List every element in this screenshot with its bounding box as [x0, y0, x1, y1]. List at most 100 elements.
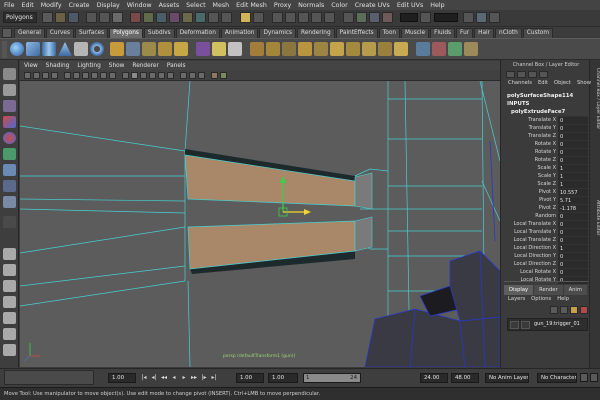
select-misc-icon[interactable]	[221, 12, 232, 23]
move-layer-down-icon[interactable]	[560, 306, 568, 314]
attr-value[interactable]: 0	[558, 252, 588, 260]
poly-cylinder-icon[interactable]	[42, 42, 56, 56]
poke-face-icon[interactable]	[394, 42, 408, 56]
auto-key-icon[interactable]	[580, 373, 588, 382]
select-rendering-icon[interactable]	[208, 12, 219, 23]
attr-row[interactable]: Local Direction X1	[504, 244, 588, 252]
panel-menu-panels[interactable]: Panels	[167, 63, 186, 69]
input-line-field[interactable]	[400, 13, 418, 22]
attr-row[interactable]: Scale Z1	[504, 180, 588, 188]
xray-joints-icon[interactable]	[198, 72, 205, 79]
attr-row[interactable]: Local Translate Y0	[504, 228, 588, 236]
attr-value[interactable]: 0	[558, 156, 588, 164]
layer-name[interactable]: gun_19:trigger_01	[534, 321, 580, 327]
shelf-tab-rendering[interactable]: Rendering	[297, 28, 335, 38]
scale-tool-icon[interactable]	[3, 148, 16, 160]
side-tab-channel-box[interactable]: Channel Box / Layer Editor	[591, 68, 600, 129]
boolean-union-icon[interactable]	[196, 42, 210, 56]
attr-value[interactable]: 10.557	[558, 188, 588, 196]
shelf-tab-toon[interactable]: Toon	[378, 28, 401, 38]
menu-edit-uvs[interactable]: Edit UVs	[397, 2, 423, 9]
snap-view-plane-icon[interactable]	[311, 12, 322, 23]
isolate-select-icon[interactable]	[180, 72, 187, 79]
snap-grid-icon[interactable]	[272, 12, 283, 23]
attr-value[interactable]: 0	[558, 140, 588, 148]
snap-curve-icon[interactable]	[285, 12, 296, 23]
attr-row[interactable]: Local Direction Y0	[504, 252, 588, 260]
camera-attributes-icon[interactable]	[33, 72, 40, 79]
snap-point-icon[interactable]	[298, 12, 309, 23]
attr-row[interactable]: Pivot Z -1.178	[504, 204, 588, 212]
shelf-tab-general[interactable]: General	[14, 28, 45, 38]
persp-outliner-layout-icon[interactable]	[3, 280, 16, 292]
smooth-shade-icon[interactable]	[131, 72, 138, 79]
attr-row[interactable]: Rotate Z0	[504, 156, 588, 164]
extract-icon[interactable]	[142, 42, 156, 56]
attr-value[interactable]: 0	[558, 132, 588, 140]
attr-row[interactable]: Translate Y0	[504, 124, 588, 132]
field-chart-icon[interactable]	[100, 72, 107, 79]
poly-sphere-icon[interactable]	[10, 42, 24, 56]
shelf-tab-surfaces[interactable]: Surfaces	[74, 28, 109, 38]
menu-color[interactable]: Color	[331, 2, 347, 9]
shadows-icon[interactable]	[167, 72, 174, 79]
shelf-tab-custom[interactable]: Custom	[522, 28, 554, 38]
cb-menu-edit[interactable]: Edit	[538, 80, 548, 89]
move-layer-up-icon[interactable]	[550, 306, 558, 314]
bevel-icon[interactable]	[266, 42, 280, 56]
cb-mode-icon-2[interactable]	[517, 71, 526, 78]
channel-box-toggle-icon[interactable]	[489, 12, 500, 23]
offset-edge-loop-icon[interactable]	[330, 42, 344, 56]
poly-plane-icon[interactable]	[74, 42, 88, 56]
panel-menu-lighting[interactable]: Lighting	[77, 63, 100, 69]
menu-normals[interactable]: Normals	[298, 2, 324, 9]
automatic-mapping-icon[interactable]	[464, 42, 478, 56]
attr-row[interactable]: Local Direction Z0	[504, 260, 588, 268]
select-handle-icon[interactable]	[130, 12, 141, 23]
attr-value[interactable]: 1	[558, 180, 588, 188]
shelf-tab-painteffects[interactable]: PaintEffects	[335, 28, 378, 38]
boolean-intersection-icon[interactable]	[228, 42, 242, 56]
hypershade-layout-icon[interactable]	[3, 312, 16, 324]
attr-value[interactable]: 0	[558, 116, 588, 124]
shelf-tab-hair[interactable]: Hair	[474, 28, 495, 38]
high-quality-rendering-icon[interactable]	[211, 72, 218, 79]
menu-proxy[interactable]: Proxy	[274, 2, 291, 9]
graph-editor-layout-icon[interactable]	[3, 344, 16, 356]
cb-menu-show[interactable]: Show	[577, 80, 591, 89]
layer-tab-display[interactable]: Display	[504, 285, 534, 295]
object-name[interactable]: polySurfaceShape114	[504, 92, 588, 100]
make-live-icon[interactable]	[324, 12, 335, 23]
open-scene-icon[interactable]	[55, 12, 66, 23]
attr-value[interactable]: 0	[558, 260, 588, 268]
attr-row[interactable]: Random 0	[504, 212, 588, 220]
planar-mapping-icon[interactable]	[432, 42, 446, 56]
attr-row[interactable]: Scale X1	[504, 164, 588, 172]
layer-reference-toggle[interactable]	[521, 321, 530, 329]
render-current-frame-icon[interactable]	[356, 12, 367, 23]
panel-menu-renderer[interactable]: Renderer	[132, 63, 158, 69]
select-object-icon[interactable]	[99, 12, 110, 23]
select-deformation-icon[interactable]	[182, 12, 193, 23]
bookmarks-icon[interactable]	[42, 72, 49, 79]
rotate-tool-icon[interactable]	[3, 132, 16, 144]
attr-value[interactable]: 0	[558, 148, 588, 156]
extrude-icon[interactable]	[250, 42, 264, 56]
append-polygon-icon[interactable]	[282, 42, 296, 56]
attr-row[interactable]: Translate X0	[504, 116, 588, 124]
animation-preferences-icon[interactable]	[590, 373, 598, 382]
poly-cone-icon[interactable]	[58, 42, 72, 56]
split-polygon-icon[interactable]	[298, 42, 312, 56]
step-back-frame-icon[interactable]: ◂◂	[160, 374, 168, 382]
layer-tab-render[interactable]: Render	[534, 285, 563, 295]
new-scene-icon[interactable]	[42, 12, 53, 23]
time-slider[interactable]	[4, 370, 94, 385]
poly-torus-icon[interactable]	[90, 42, 104, 56]
select-joint-icon[interactable]	[143, 12, 154, 23]
animation-end-field[interactable]: 48.00	[451, 373, 479, 383]
anim-layer-dropdown[interactable]: No Anim Layer	[485, 373, 529, 383]
input-node-name[interactable]: polyExtrudeFace7	[504, 108, 588, 116]
go-to-end-icon[interactable]: ▸|	[210, 374, 218, 382]
wedge-face-icon[interactable]	[378, 42, 392, 56]
select-tool-icon[interactable]	[3, 68, 16, 80]
